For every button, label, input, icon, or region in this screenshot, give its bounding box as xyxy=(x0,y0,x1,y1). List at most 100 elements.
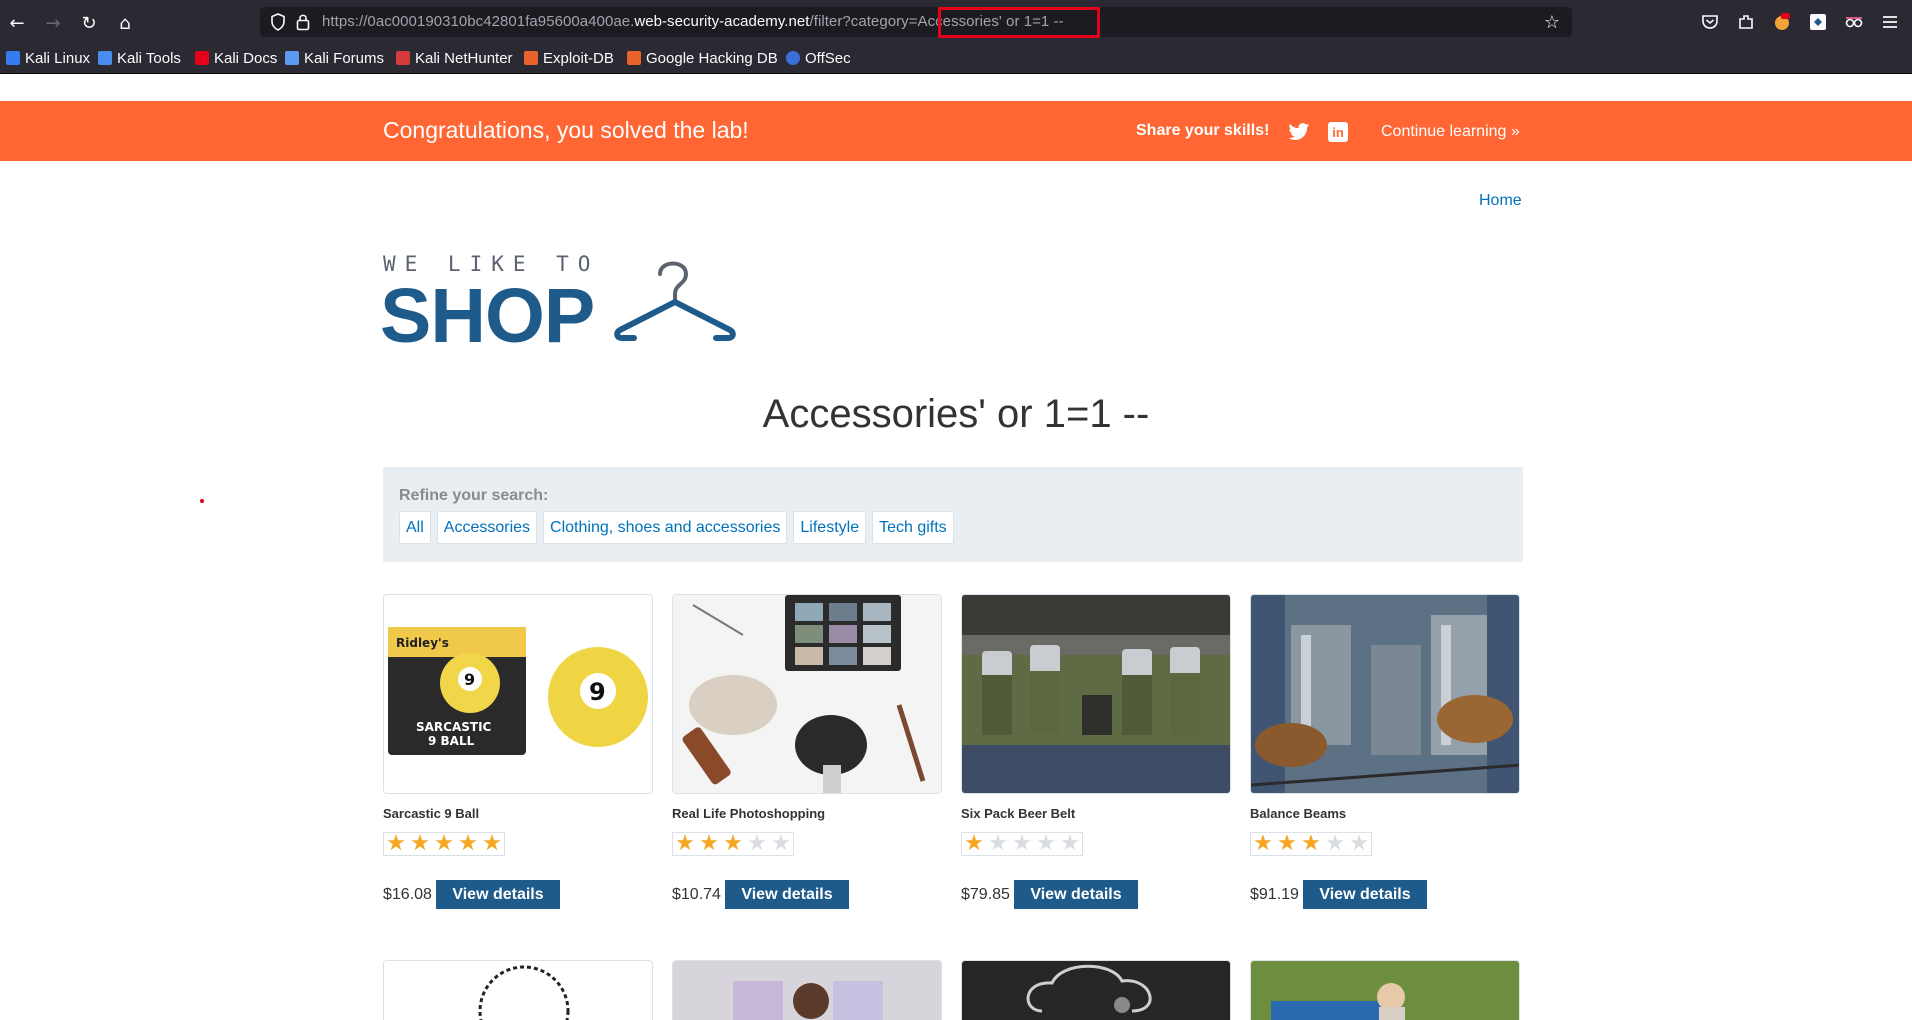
product-image[interactable] xyxy=(672,594,942,794)
bookmarks-bar: Kali Linux Kali Tools Kali Docs Kali For… xyxy=(0,44,1912,74)
star-icon: ★ xyxy=(386,831,406,856)
view-details-button[interactable]: View details xyxy=(1303,880,1427,909)
star-icon: ★ xyxy=(747,831,767,856)
filter-panel: Refine your search: All Accessories Clot… xyxy=(383,467,1523,562)
addon-glasses-icon[interactable] xyxy=(1844,12,1864,32)
continue-learning-link[interactable]: Continue learning » xyxy=(1381,123,1520,141)
product-price: $91.19 xyxy=(1250,886,1299,903)
product-name[interactable]: Six Pack Beer Belt xyxy=(961,806,1075,821)
view-details-button[interactable]: View details xyxy=(436,880,560,909)
star-icon: ★ xyxy=(699,831,719,856)
star-icon: ★ xyxy=(988,831,1008,856)
address-bar[interactable]: https://0ac000190310bc42801fa95600a400ae… xyxy=(260,7,1572,37)
product-image[interactable] xyxy=(383,960,653,1020)
bookmark-exploit-db[interactable]: Exploit-DB xyxy=(524,48,614,68)
product-image[interactable] xyxy=(672,960,942,1020)
product-price: $16.08 xyxy=(383,886,432,903)
star-icon: ★ xyxy=(1253,831,1273,856)
product-price: $79.85 xyxy=(961,886,1010,903)
bookmark-label: Kali Linux xyxy=(25,49,91,67)
filter-clothing[interactable]: Clothing, shoes and accessories xyxy=(543,511,788,544)
kali-forums-icon xyxy=(285,51,299,65)
bookmark-google-hacking-db[interactable]: Google Hacking DB xyxy=(627,48,778,68)
product-card xyxy=(961,960,1231,1020)
url-path: /filter?category= xyxy=(809,13,918,30)
filter-all[interactable]: All xyxy=(399,511,431,544)
ball-box-title: SARCASTIC xyxy=(416,720,492,734)
lock-icon[interactable] xyxy=(296,13,310,31)
star-icon: ★ xyxy=(458,831,478,856)
bookmark-kali-nethunter[interactable]: Kali NetHunter xyxy=(396,48,513,68)
product-image[interactable] xyxy=(1250,594,1520,794)
star-icon: ★ xyxy=(1277,831,1297,856)
product-card: Six Pack Beer Belt ★ ★ ★ ★ ★ $79.85 View det… xyxy=(961,594,1231,909)
tracking-shield-icon[interactable] xyxy=(270,13,286,31)
bookmark-label: Kali NetHunter xyxy=(415,49,513,67)
bookmark-kali-tools[interactable]: Kali Tools xyxy=(98,48,181,68)
bookmark-offsec[interactable]: OffSec xyxy=(786,48,851,68)
filter-label: Refine your search: xyxy=(399,487,549,504)
bookmark-label: OffSec xyxy=(805,49,851,67)
browser-toolbar: ← → ↻ ⌂ https://0ac000190310bc42801fa956… xyxy=(0,0,1912,44)
star-icon: ★ xyxy=(964,831,984,856)
url-highlight-box xyxy=(938,7,1100,38)
product-name[interactable]: Sarcastic 9 Ball xyxy=(383,806,479,821)
star-icon: ★ xyxy=(482,831,502,856)
ghdb-icon xyxy=(627,51,641,65)
filter-accessories[interactable]: Accessories xyxy=(436,511,538,544)
bookmark-label: Kali Tools xyxy=(117,49,181,67)
bookmark-label: Kali Docs xyxy=(214,49,278,67)
home-link[interactable]: Home xyxy=(1479,192,1522,210)
ball-box-subtitle: 9 BALL xyxy=(428,734,475,748)
lab-solved-banner: Congratulations, you solved the lab! Sha… xyxy=(0,101,1912,161)
banner-title: Congratulations, you solved the lab! xyxy=(383,117,749,143)
filter-lifestyle[interactable]: Lifestyle xyxy=(793,511,867,544)
star-icon: ★ xyxy=(410,831,430,856)
share-label: Share your skills! xyxy=(1136,122,1270,139)
filter-links: All Accessories Clothing, shoes and acce… xyxy=(399,511,954,544)
product-name[interactable]: Real Life Photoshopping xyxy=(672,806,825,821)
star-icon: ★ xyxy=(1012,831,1032,856)
product-image[interactable] xyxy=(961,960,1231,1020)
addon-cube-icon[interactable] xyxy=(1808,12,1828,32)
back-arrow-icon[interactable]: ← xyxy=(4,10,30,36)
star-icon: ★ xyxy=(434,831,454,856)
extensions-icon[interactable] xyxy=(1736,12,1756,32)
product-image[interactable] xyxy=(1250,960,1520,1020)
star-icon: ★ xyxy=(675,831,695,856)
bookmark-kali-docs[interactable]: Kali Docs xyxy=(195,48,277,68)
view-details-button[interactable]: View details xyxy=(1014,880,1138,909)
filter-tech-gifts[interactable]: Tech gifts xyxy=(872,511,954,544)
bookmark-star-icon[interactable]: ☆ xyxy=(1544,12,1560,33)
product-card: Ridley's 9 SARCASTIC 9 BALL 9 Sarcastic … xyxy=(383,594,653,909)
view-details-button[interactable]: View details xyxy=(725,880,849,909)
product-name[interactable]: Balance Beams xyxy=(1250,806,1346,821)
product-image[interactable] xyxy=(961,594,1231,794)
exploit-db-icon xyxy=(524,51,538,65)
bookmark-label: Kali Forums xyxy=(304,49,385,67)
ball-box-number: 9 xyxy=(464,670,475,689)
home-icon[interactable]: ⌂ xyxy=(112,10,138,36)
rating-stars: ★ ★ ★ ★ ★ xyxy=(961,832,1083,856)
kali-dragon-icon xyxy=(6,51,20,65)
reload-icon[interactable]: ↻ xyxy=(76,10,102,36)
bookmark-kali-linux[interactable]: Kali Linux xyxy=(6,48,90,68)
linkedin-icon[interactable]: in xyxy=(1328,122,1348,142)
menu-icon[interactable] xyxy=(1880,12,1900,32)
bookmark-label: Exploit-DB xyxy=(543,49,614,67)
bookmark-kali-forums[interactable]: Kali Forums xyxy=(285,48,384,68)
star-icon: ★ xyxy=(1301,831,1321,856)
twitter-icon[interactable] xyxy=(1288,122,1310,142)
product-card xyxy=(383,960,653,1020)
cursor-dot xyxy=(200,499,204,503)
product-card xyxy=(1250,960,1520,1020)
addon-badge-icon[interactable] xyxy=(1772,12,1792,32)
star-icon: ★ xyxy=(771,831,791,856)
product-card: Real Life Photoshopping ★ ★ ★ ★ ★ $10.74 Vie… xyxy=(672,594,942,909)
forward-arrow-icon[interactable]: → xyxy=(40,10,66,36)
kali-docs-icon xyxy=(195,51,209,65)
pocket-icon[interactable] xyxy=(1700,12,1720,32)
bookmark-label: Google Hacking DB xyxy=(646,49,778,67)
product-image[interactable]: Ridley's 9 SARCASTIC 9 BALL 9 xyxy=(383,594,653,794)
url-host: web-security-academy.net xyxy=(634,13,810,30)
